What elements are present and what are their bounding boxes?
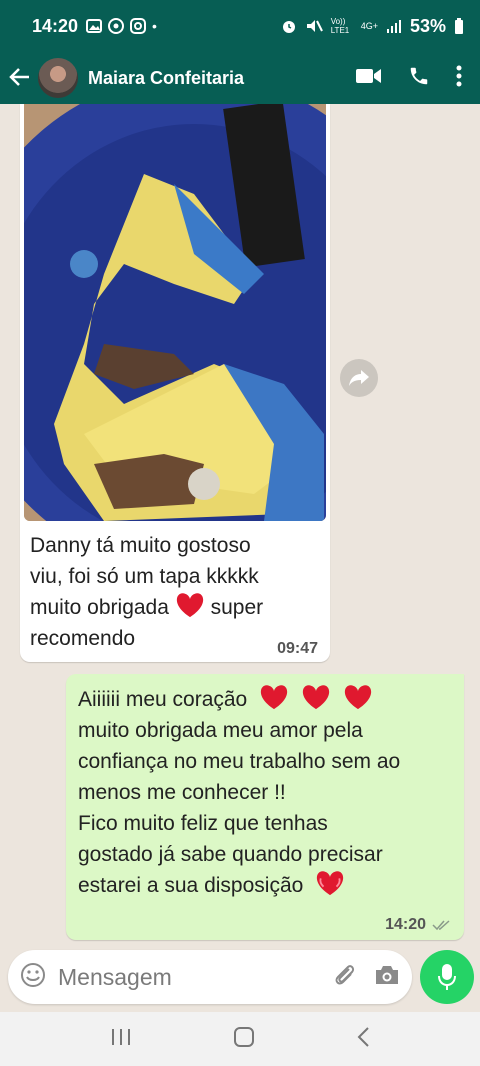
red-heart-emoji-icon	[260, 685, 288, 710]
incoming-message-text: Danny tá muito gostoso viu, foi só um ta…	[30, 530, 320, 654]
notification-icons: •	[86, 18, 157, 34]
outgoing-message-text: Aiiiiii meu coração muito obrigada meu a…	[78, 684, 458, 901]
message-line: Danny tá muito gostoso	[30, 534, 251, 557]
back-nav-icon[interactable]	[356, 1026, 370, 1053]
red-heart-emoji-icon	[344, 685, 371, 710]
red-heart-emoji-icon	[302, 685, 330, 710]
system-nav-bar	[0, 1012, 480, 1066]
back-arrow-icon[interactable]	[2, 63, 38, 94]
cake-photo[interactable]	[24, 104, 326, 521]
chat-header: Maiara Confeitaria	[0, 52, 480, 104]
message-line: muito obrigada meu amor pela	[78, 719, 363, 742]
outgoing-meta: 14:20	[385, 916, 452, 934]
battery-icon	[455, 18, 463, 34]
emoji-icon[interactable]	[20, 962, 46, 993]
chrome-icon	[108, 18, 125, 34]
message-line: confiança no meu trabalho sem ao	[78, 750, 401, 773]
beating-heart-emoji-icon	[317, 871, 344, 896]
incoming-message[interactable]: Danny tá muito gostoso viu, foi só um ta…	[20, 104, 330, 662]
status-right: Vo)) LTE1 4G+ 53%	[281, 16, 464, 37]
message-composer[interactable]: Mensagem	[8, 950, 412, 1004]
message-fragment: muito obrigada	[30, 596, 169, 619]
recent-apps-icon[interactable]	[110, 1028, 132, 1051]
message-line: gostado já sabe quando precisar	[78, 843, 383, 866]
message-line: menos me conhecer !!	[78, 781, 286, 804]
forward-button[interactable]	[340, 359, 378, 397]
message-input[interactable]: Mensagem	[58, 964, 314, 991]
volte-label: Vo)) LTE1	[330, 17, 350, 35]
instagram-icon	[130, 18, 147, 34]
voice-call-icon[interactable]	[408, 65, 430, 92]
alarm-icon	[282, 21, 295, 33]
double-check-icon	[432, 920, 450, 931]
microphone-icon	[438, 964, 456, 990]
home-icon[interactable]	[233, 1026, 255, 1053]
outgoing-message[interactable]: Aiiiiii meu coração muito obrigada meu a…	[66, 674, 464, 940]
message-fragment: super	[210, 596, 264, 619]
video-call-icon[interactable]	[356, 67, 382, 90]
network-type: 4G+	[360, 21, 378, 31]
status-bar: 14:20 • Vo)) LTE1 4G+ 53%	[0, 0, 480, 52]
message-line: viu, foi só um tapa kkkkk	[30, 565, 259, 588]
message-timestamp: 09:47	[277, 640, 318, 657]
gallery-icon	[86, 19, 103, 33]
message-line: estarei a sua disposição	[78, 870, 458, 901]
more-notifications-dot-icon: •	[152, 18, 157, 34]
message-line: muito obrigada super	[30, 592, 320, 623]
chat-area[interactable]: Danny tá muito gostoso viu, foi só um ta…	[0, 104, 480, 946]
more-options-icon[interactable]	[456, 65, 462, 92]
camera-icon[interactable]	[374, 964, 400, 991]
message-timestamp: 14:20	[385, 916, 426, 933]
red-heart-emoji-icon	[176, 593, 203, 618]
message-line: Aiiiiii meu coração	[78, 684, 458, 715]
voice-message-button[interactable]	[420, 950, 474, 1004]
forward-arrow-icon	[349, 370, 369, 386]
status-time: 14:20	[32, 15, 79, 36]
mute-icon	[306, 20, 323, 32]
battery-percent: 53%	[409, 15, 446, 36]
contact-avatar[interactable]	[38, 58, 78, 98]
contact-name[interactable]: Maiara Confeitaria	[88, 68, 356, 89]
attach-icon[interactable]	[332, 962, 356, 993]
message-fragment: Aiiiiii meu coração	[78, 688, 248, 711]
signal-icon	[386, 20, 401, 33]
message-fragment: estarei a sua disposição	[78, 874, 304, 897]
message-line: Fico muito feliz que tenhas	[78, 812, 328, 835]
